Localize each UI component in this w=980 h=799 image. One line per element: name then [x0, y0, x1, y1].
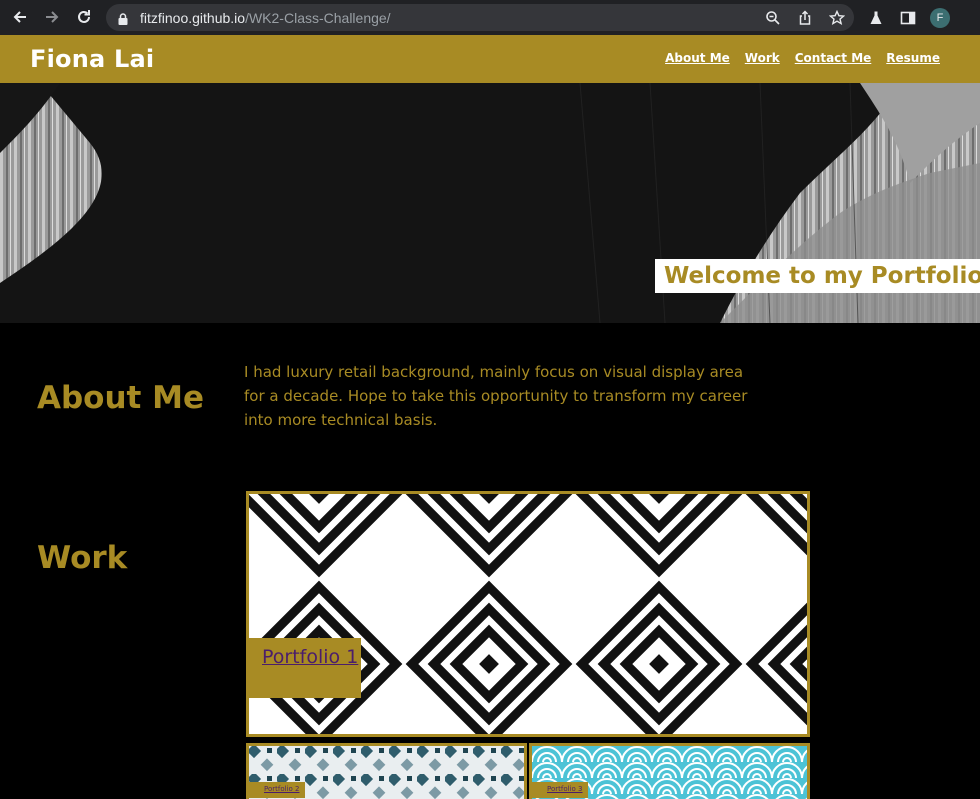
nav-link-contact-me[interactable]: Contact Me — [795, 51, 872, 65]
portfolio-1-link[interactable]: Portfolio 1 — [262, 646, 358, 668]
nav-link-work[interactable]: Work — [745, 51, 780, 65]
site-nav: About Me Work Contact Me Resume — [665, 51, 940, 65]
hero-welcome-badge: Welcome to my Portfolio! — [655, 259, 980, 293]
labs-flask-icon[interactable] — [866, 8, 886, 28]
forward-icon[interactable] — [38, 3, 66, 31]
url-host: fitzfinoo.github.io — [140, 9, 246, 26]
work-heading: Work — [37, 540, 128, 576]
side-panel-icon[interactable] — [898, 8, 918, 28]
bookmark-star-icon[interactable] — [828, 9, 846, 27]
nav-link-about-me[interactable]: About Me — [665, 51, 730, 65]
browser-toolbar: fitzfinoo.github.io/WK2-Class-Challenge/… — [0, 0, 980, 35]
portfolio-2-link[interactable]: Portfolio 2 — [264, 785, 299, 793]
profile-avatar[interactable]: F — [930, 7, 950, 28]
portfolio-3-link[interactable]: Portfolio 3 — [547, 785, 582, 793]
hero-banner: Welcome to my Portfolio! — [0, 83, 980, 323]
back-icon[interactable] — [6, 3, 34, 31]
portfolio-card-3[interactable]: Portfolio 3 — [529, 743, 810, 799]
zoom-icon[interactable] — [764, 9, 782, 27]
lock-icon[interactable] — [116, 11, 130, 25]
share-icon[interactable] — [796, 9, 814, 27]
portfolio-1-image — [249, 494, 807, 734]
nav-link-resume[interactable]: Resume — [886, 51, 940, 65]
about-text: I had luxury retail background, mainly f… — [244, 363, 748, 429]
site-title: Fiona Lai — [30, 45, 155, 73]
portfolio-card-2[interactable]: Portfolio 2 — [246, 743, 527, 799]
url-path: /WK2-Class-Challenge/ — [245, 9, 391, 26]
reload-icon[interactable] — [70, 3, 98, 31]
about-heading: About Me — [37, 380, 205, 416]
portfolio-1-label-box: Portfolio 1 — [249, 638, 361, 698]
site-header: Fiona Lai About Me Work Contact Me Resum… — [0, 35, 980, 83]
address-bar[interactable]: fitzfinoo.github.io/WK2-Class-Challenge/ — [106, 4, 854, 31]
portfolio-card-1[interactable]: Portfolio 1 — [246, 491, 810, 737]
portfolio-3-label-box: Portfolio 3 — [532, 782, 588, 798]
portfolio-2-label-box: Portfolio 2 — [249, 782, 305, 798]
